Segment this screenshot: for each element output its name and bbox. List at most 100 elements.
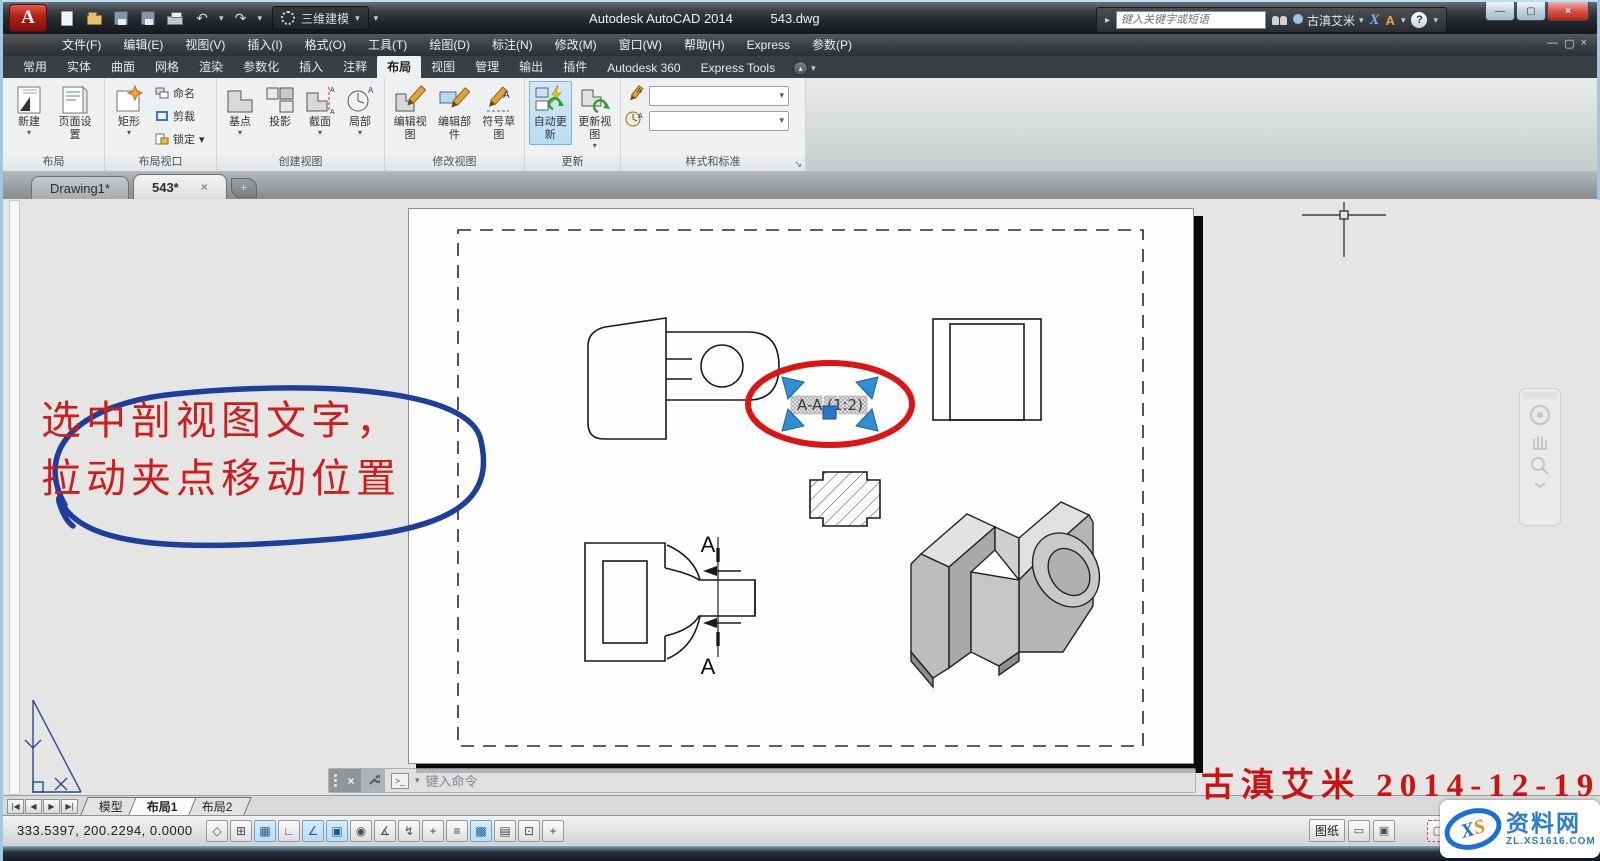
workspace-switcher[interactable]: 三维建模 ▾ [272,6,369,30]
search-input[interactable] [1116,11,1266,29]
tab-manage[interactable]: 管理 [465,55,509,78]
edit-view-button[interactable]: 编辑视图 [389,81,431,145]
rect-viewport-button[interactable]: 矩形 ▾ [109,81,149,139]
menu-window[interactable]: 窗口(W) [608,34,673,56]
object-snap-3d-toggle[interactable]: ◉ [350,820,372,842]
new-layout-button[interactable]: 新建 ▾ [7,81,51,139]
menu-modify[interactable]: 修改(M) [544,34,608,56]
help-icon[interactable]: ? [1411,12,1427,28]
zoom-icon[interactable] [1529,456,1551,476]
tab-parametric[interactable]: 参数化 [233,55,289,78]
layout-nav-next-icon[interactable]: ▶ [43,799,60,814]
infocenter-expand-icon[interactable]: ▸ [1105,15,1110,26]
command-prompt-icon[interactable]: >_ [391,773,409,789]
panel-footer-styles-standards[interactable]: 样式和标准 ↘ [621,154,805,171]
symbol-sketch-button[interactable]: A 符号草图 [478,81,520,145]
dynamic-ucs-toggle[interactable]: ↯ [398,820,420,842]
tab-layout1[interactable]: 布局1 [128,797,196,815]
menu-format[interactable]: 格式(O) [294,34,357,56]
snap-mode-toggle[interactable]: ⊞ [230,820,252,842]
section-style-monitor-icon[interactable]: A [625,85,645,106]
lineweight-toggle[interactable]: ≡ [446,820,468,842]
transparency-toggle[interactable]: ▩ [470,820,492,842]
detail-style-monitor-icon[interactable]: A [625,110,645,131]
search-icon[interactable] [1272,16,1287,25]
base-view-button[interactable]: 基点 ▾ [221,81,259,139]
file-tab-543[interactable]: 543* × [133,174,227,199]
plot-icon[interactable] [165,8,185,28]
section-line-aa[interactable]: A A [701,532,741,679]
section-view-button[interactable]: AA 截面 ▾ [301,81,339,139]
menu-draw[interactable]: 绘图(D) [418,34,481,56]
tab-output[interactable]: 输出 [509,55,553,78]
help-caret-icon[interactable]: ▾ [1433,15,1438,26]
tab-surface[interactable]: 曲面 [101,55,145,78]
tab-render[interactable]: 渲染 [189,55,233,78]
update-view-button[interactable]: 更新视图 ▾ [574,81,617,152]
view-top-right[interactable] [933,319,1041,420]
undo-caret-icon[interactable]: ▾ [219,13,224,24]
styles-dialog-launcher-icon[interactable]: ↘ [794,156,802,172]
view-section-hatched[interactable] [810,472,880,526]
redo-caret-icon[interactable]: ▾ [258,13,263,24]
tab-plugins[interactable]: 插件 [553,55,597,78]
application-menu-button[interactable]: A [9,4,47,32]
annotation-monitor-toggle[interactable]: + [542,820,564,842]
quick-view-drawings-icon[interactable]: ▣ [1373,820,1395,842]
save-as-icon[interactable] [138,8,158,28]
quick-view-layouts-icon[interactable]: ▭ [1348,820,1370,842]
layout-nav-first-icon[interactable]: |◀ [7,799,24,814]
panel-footer-modify-view[interactable]: 修改视图 [385,154,524,171]
panel-footer-layout-viewports[interactable]: 布局视口 [105,154,216,171]
doc-restore-icon[interactable]: ▢ [1564,37,1574,50]
tab-layout[interactable]: 布局 [377,55,421,78]
panel-footer-update[interactable]: 更新 [525,154,620,171]
navigation-wheel-icon[interactable] [1529,404,1551,426]
tab-home[interactable]: 常用 [13,55,57,78]
close-button[interactable]: × [1547,2,1589,21]
layout-nav-prev-icon[interactable]: ◀ [25,799,42,814]
tab-insert[interactable]: 插入 [289,55,333,78]
ortho-mode-toggle[interactable]: ∟ [278,820,300,842]
view-top-left[interactable] [588,318,779,439]
navbar-handle[interactable] [1523,392,1557,399]
named-viewport-button[interactable]: 命名 [151,83,209,103]
save-icon[interactable] [111,8,131,28]
new-file-icon[interactable] [57,8,77,28]
clip-viewport-button[interactable]: 剪裁 [151,106,209,126]
detail-view-style-select[interactable] [649,111,789,131]
auto-update-button[interactable]: 自动更新 [529,81,572,145]
lock-viewport-button[interactable]: 锁定 ▾ [151,129,209,149]
command-bar-close-icon[interactable]: × [341,769,361,792]
selection-cycling-toggle[interactable]: ⊡ [518,820,540,842]
detail-view-button[interactable]: A 局部 ▾ [341,81,379,139]
paper-model-toggle[interactable]: 图纸 [1309,819,1345,842]
menu-edit[interactable]: 编辑(E) [112,34,174,56]
signin-user[interactable]: 古滇艾米 ▾ [1293,12,1364,29]
panel-footer-layout[interactable]: 布局 [3,154,104,171]
command-line-bar[interactable]: × >_ ▾ 键入命令 [328,768,1196,793]
object-snap-toggle[interactable]: ▣ [326,820,348,842]
menu-file[interactable]: 文件(F) [51,34,112,56]
autodesk-exchange-icon[interactable]: X [1370,12,1380,29]
new-drawing-tab-button[interactable]: + [231,178,257,198]
section-view-style-select[interactable] [649,86,789,106]
tab-view[interactable]: 视图 [421,55,465,78]
menu-express[interactable]: Express [736,34,801,56]
command-bar-grip[interactable] [329,769,341,792]
undo-icon[interactable]: ↶ [192,8,212,28]
minimize-button[interactable]: — [1485,2,1515,21]
section-view-label-selection[interactable]: A-A (1:2) [782,377,878,431]
command-input-area[interactable]: >_ ▾ 键入命令 [385,769,1195,792]
menu-dimension[interactable]: 标注(N) [481,34,544,56]
infer-constraints-toggle[interactable]: ◇ [206,820,228,842]
view-bottom-left[interactable] [585,543,755,661]
tab-express-tools[interactable]: Express Tools [691,58,785,78]
file-tab-drawing1[interactable]: Drawing1* [31,176,129,199]
restore-button[interactable]: ▢ [1516,2,1546,21]
projected-view-button[interactable]: 投影 [261,81,299,132]
view-isometric-3d[interactable] [911,502,1113,687]
redo-icon[interactable]: ↷ [231,8,251,28]
page-setup-button[interactable]: 页面设置 [53,81,97,145]
menu-tools[interactable]: 工具(T) [357,34,418,56]
